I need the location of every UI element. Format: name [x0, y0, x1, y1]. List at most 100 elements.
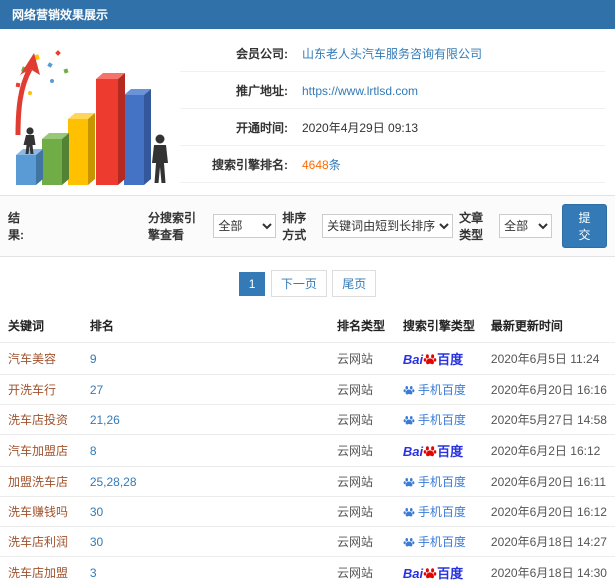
table-row: 加盟洗车店25,28,28云网站手机百度2020年6月20日 16:11 — [0, 467, 615, 497]
baidu-paw-icon — [403, 536, 415, 548]
baidu-paw-icon — [403, 506, 415, 518]
engine-cell: Bai百度 — [395, 435, 483, 467]
mobile-baidu-label: 手机百度 — [403, 475, 466, 489]
info-row-url: 推广地址: https://www.lrtlsd.com — [180, 72, 605, 109]
mobile-baidu-text: 手机百度 — [418, 535, 466, 549]
result-section-label: 结果: — [8, 209, 30, 243]
column-header: 排名类型 — [329, 309, 395, 343]
rank-cell: 9 — [82, 343, 329, 375]
page-number-current[interactable]: 1 — [239, 272, 266, 296]
mobile-baidu-text: 手机百度 — [418, 475, 466, 489]
sort-filter-label: 排序方式 — [282, 209, 316, 243]
keyword-cell: 洗车店利润 — [0, 527, 82, 557]
keyword-cell: 汽车美容 — [0, 343, 82, 375]
page-title: 网络营销效果展示 — [0, 0, 615, 29]
mobile-baidu-label: 手机百度 — [403, 383, 466, 397]
sort-filter-select[interactable]: 关键词由短到长排序 — [322, 214, 453, 238]
company-label: 会员公司: — [180, 45, 288, 62]
promo-url-link[interactable]: https://www.lrtlsd.com — [302, 84, 418, 98]
rank-cell: 3 — [82, 557, 329, 588]
baidu-logo: Bai 百度 — [403, 567, 463, 581]
rank-cell: 8 — [82, 435, 329, 467]
rank-cell: 27 — [82, 375, 329, 405]
baidu-paw-icon — [423, 352, 437, 366]
engine-cell: 手机百度 — [395, 467, 483, 497]
rank-type-cell: 云网站 — [329, 557, 395, 588]
rank-cell: 30 — [82, 497, 329, 527]
type-filter-select[interactable]: 全部 — [499, 214, 552, 238]
mobile-baidu-text: 手机百度 — [418, 413, 466, 427]
businessman-icon — [152, 135, 168, 184]
page-title-text: 网络营销效果展示 — [12, 8, 108, 22]
type-filter-label: 文章类型 — [459, 209, 493, 243]
mobile-baidu-text: 手机百度 — [418, 505, 466, 519]
update-time-cell: 2020年5月27日 14:58 — [483, 405, 615, 435]
rank-type-cell: 云网站 — [329, 405, 395, 435]
baidu-cn-text: 百度 — [437, 444, 463, 459]
table-body: 汽车美容9云网站Bai百度2020年6月5日 11:24开洗车行27云网站手机百… — [0, 343, 615, 588]
info-row-company: 会员公司: 山东老人头汽车服务咨询有限公司 — [180, 35, 605, 72]
company-link[interactable]: 山东老人头汽车服务咨询有限公司 — [302, 45, 482, 62]
engine-cell: Bai 百度 — [395, 343, 483, 375]
table-row: 汽车美容9云网站 Bai 百度 2020年6月5日 11:24 — [0, 343, 615, 375]
rank-count-label: 搜索引擎排名: — [180, 156, 288, 173]
baidu-wordmark: Bai — [403, 566, 423, 581]
baidu-paw-icon — [403, 384, 415, 396]
keyword-cell: 洗车店加盟 — [0, 557, 82, 588]
update-time-cell: 2020年6月20日 16:12 — [483, 497, 615, 527]
rank-count-number: 4648 — [302, 158, 329, 172]
baidu-wordmark: Bai — [403, 352, 423, 367]
rank-type-cell: 云网站 — [329, 527, 395, 557]
open-time-label: 开通时间: — [180, 119, 288, 136]
rank-type-cell: 云网站 — [329, 375, 395, 405]
table-row: 洗车赚钱吗30云网站手机百度2020年6月20日 16:12 — [0, 497, 615, 527]
baidu-paw-icon — [423, 566, 437, 580]
result-bar: 结果: 分搜索引擎查看 全部 排序方式 关键词由短到长排序 文章类型 全部 提交 — [0, 195, 615, 257]
rank-type-cell: 云网站 — [329, 343, 395, 375]
keyword-cell: 加盟洗车店 — [0, 467, 82, 497]
promo-url-label: 推广地址: — [180, 82, 288, 99]
engine-cell: 手机百度 — [395, 527, 483, 557]
baidu-paw-icon — [403, 414, 415, 426]
submit-button[interactable]: 提交 — [562, 204, 607, 248]
rank-type-cell: 云网站 — [329, 467, 395, 497]
rank-count-value: 4648条 — [302, 156, 341, 173]
mobile-baidu-label: 手机百度 — [403, 535, 466, 549]
open-time-value: 2020年4月29日 09:13 — [302, 119, 418, 136]
mobile-baidu-text: 手机百度 — [418, 383, 466, 397]
info-list: 会员公司: 山东老人头汽车服务咨询有限公司 推广地址: https://www.… — [180, 31, 605, 191]
engine-filter-label: 分搜索引擎查看 — [148, 209, 207, 243]
baidu-paw-icon — [423, 444, 437, 458]
engine-cell: 手机百度 — [395, 405, 483, 435]
baidu-logo: Bai百度 — [403, 445, 463, 459]
info-row-rank-count: 搜索引擎排名: 4648条 — [180, 146, 605, 183]
rank-count-unit: 条 — [329, 158, 341, 172]
keyword-cell: 汽车加盟店 — [0, 435, 82, 467]
info-panel: 会员公司: 山东老人头汽车服务咨询有限公司 推广地址: https://www.… — [0, 29, 615, 191]
rank-cell: 21,26 — [82, 405, 329, 435]
table-row: 洗车店利润30云网站手机百度2020年6月18日 14:27 — [0, 527, 615, 557]
update-time-cell: 2020年6月2日 16:12 — [483, 435, 615, 467]
info-row-open-time: 开通时间: 2020年4月29日 09:13 — [180, 109, 605, 146]
engine-cell: 手机百度 — [395, 375, 483, 405]
bar-chart-icon — [4, 39, 176, 191]
pagination: 1 下一页 尾页 — [0, 257, 615, 309]
baidu-cn-text: 百度 — [437, 352, 463, 367]
filter-controls: 分搜索引擎查看 全部 排序方式 关键词由短到长排序 文章类型 全部 提交 — [148, 204, 607, 248]
table-row: 汽车加盟店8云网站Bai百度2020年6月2日 16:12 — [0, 435, 615, 467]
table-row: 洗车店投资21,26云网站手机百度2020年5月27日 14:58 — [0, 405, 615, 435]
rank-cell: 25,28,28 — [82, 467, 329, 497]
last-page-link[interactable]: 尾页 — [332, 270, 376, 297]
keyword-cell: 开洗车行 — [0, 375, 82, 405]
rank-table: 关键词排名排名类型搜索引擎类型最新更新时间 汽车美容9云网站Bai百度2020年… — [0, 309, 615, 588]
update-time-cell: 2020年6月18日 14:30 — [483, 557, 615, 588]
engine-filter-select[interactable]: 全部 — [213, 214, 276, 238]
table-row: 开洗车行27云网站手机百度2020年6月20日 16:16 — [0, 375, 615, 405]
column-header: 搜索引擎类型 — [395, 309, 483, 343]
update-time-cell: 2020年6月5日 11:24 — [483, 343, 615, 375]
table-header-row: 关键词排名排名类型搜索引擎类型最新更新时间 — [0, 309, 615, 343]
update-time-cell: 2020年6月18日 14:27 — [483, 527, 615, 557]
mobile-baidu-label: 手机百度 — [403, 505, 466, 519]
next-page-link[interactable]: 下一页 — [271, 270, 327, 297]
baidu-cn-text: 百度 — [437, 566, 463, 581]
